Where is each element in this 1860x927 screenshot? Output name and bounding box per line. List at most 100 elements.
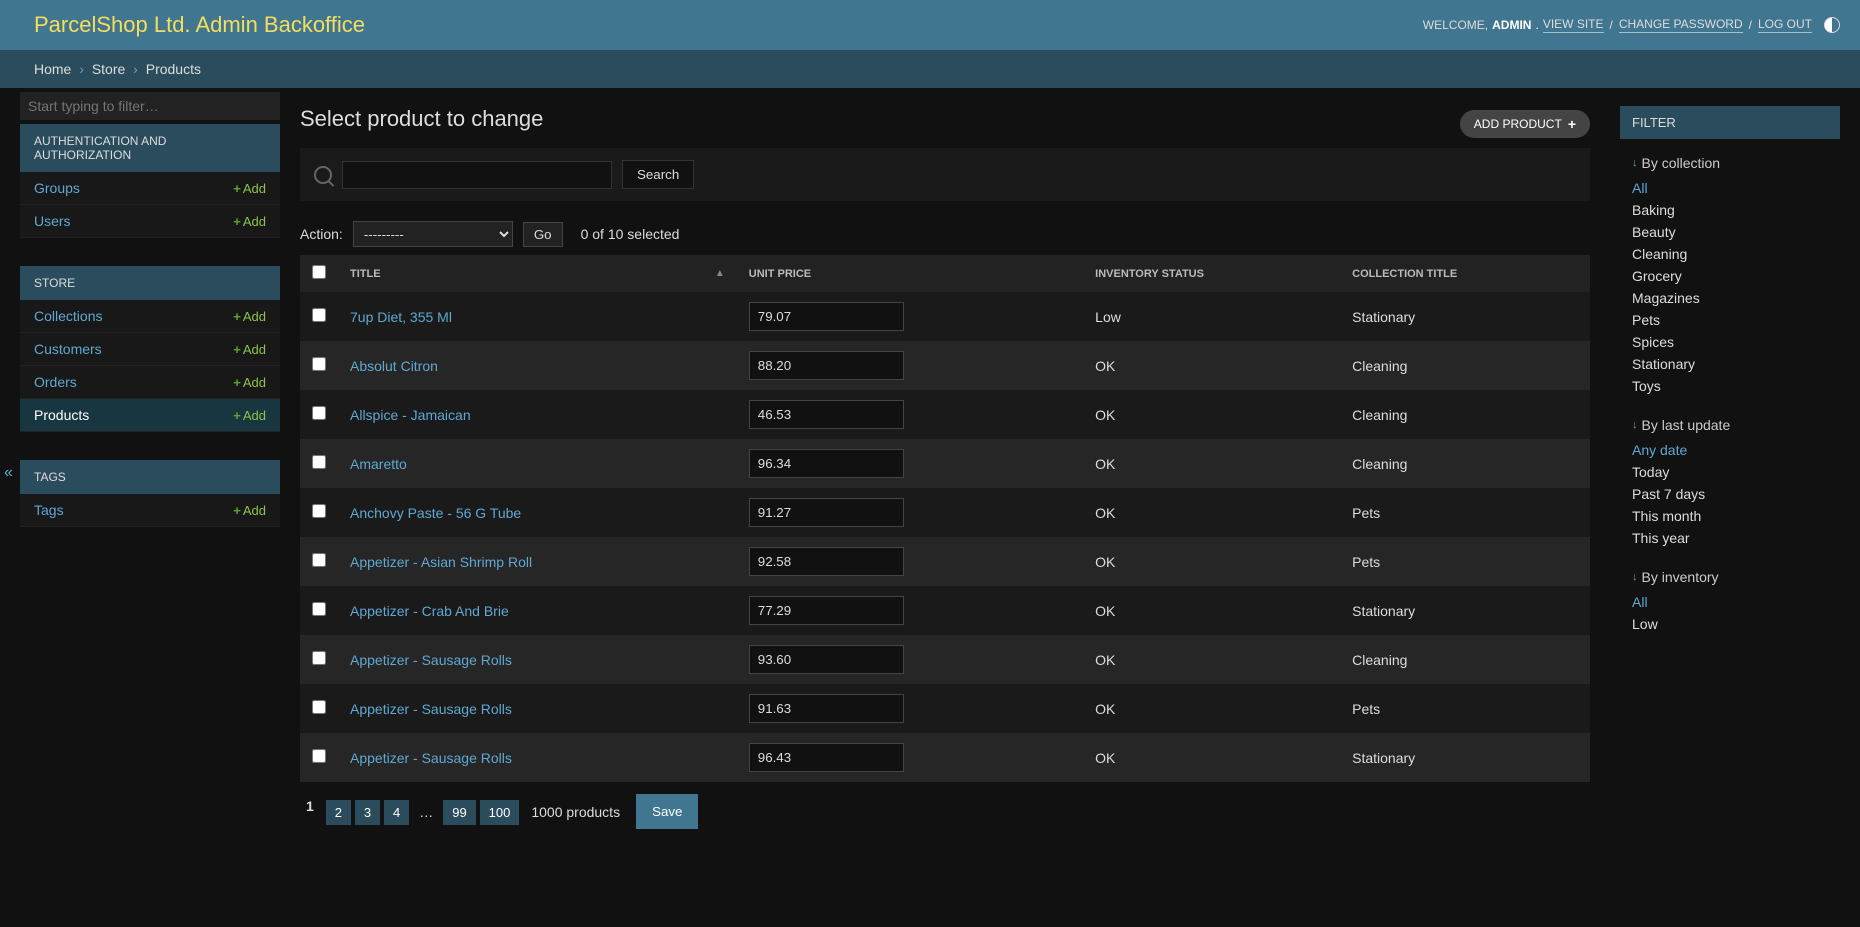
sidebar-add-link[interactable]: + Add <box>233 214 266 229</box>
col-collection-title[interactable]: COLLECTION TITLE <box>1340 255 1590 292</box>
sidebar-item[interactable]: Products + Add <box>20 399 280 432</box>
topbar: ParcelShop Ltd. Admin Backoffice WELCOME… <box>0 0 1860 50</box>
page-link[interactable]: 100 <box>480 800 520 825</box>
action-select[interactable]: --------- <box>353 221 513 247</box>
unit-price-input[interactable] <box>749 498 904 527</box>
product-title-link[interactable]: 7up Diet, 355 Ml <box>350 309 452 325</box>
row-checkbox[interactable] <box>312 602 326 616</box>
inventory-status: Low <box>1083 292 1340 341</box>
sidebar-item[interactable]: Users + Add <box>20 205 280 238</box>
filter-option[interactable]: Toys <box>1632 375 1828 397</box>
logout-link[interactable]: LOG OUT <box>1758 17 1812 33</box>
breadcrumb-home[interactable]: Home <box>34 61 71 77</box>
unit-price-input[interactable] <box>749 596 904 625</box>
table-row: Appetizer - Sausage RollsOKStationary <box>300 733 1590 782</box>
sidebar-add-link[interactable]: + Add <box>233 503 266 518</box>
sidebar-add-link[interactable]: + Add <box>233 309 266 324</box>
search-input[interactable] <box>342 161 612 189</box>
row-checkbox[interactable] <box>312 406 326 420</box>
col-unit-price[interactable]: UNIT PRICE <box>737 255 1083 292</box>
save-button[interactable]: Save <box>636 794 698 829</box>
unit-price-input[interactable] <box>749 302 904 331</box>
unit-price-input[interactable] <box>749 449 904 478</box>
filter-option[interactable]: Baking <box>1632 199 1828 221</box>
sidebar-item-label[interactable]: Groups <box>34 180 80 196</box>
sidebar-item[interactable]: Groups + Add <box>20 172 280 205</box>
product-title-link[interactable]: Appetizer - Crab And Brie <box>350 603 509 619</box>
sidebar-item[interactable]: Customers + Add <box>20 333 280 366</box>
change-password-link[interactable]: CHANGE PASSWORD <box>1619 17 1743 33</box>
search-button[interactable]: Search <box>622 160 694 189</box>
sidebar-item[interactable]: Orders + Add <box>20 366 280 399</box>
filter-option[interactable]: Today <box>1632 461 1828 483</box>
filter-option[interactable]: Magazines <box>1632 287 1828 309</box>
brand-title[interactable]: ParcelShop Ltd. Admin Backoffice <box>34 12 365 38</box>
filter-option[interactable]: This month <box>1632 505 1828 527</box>
filter-list: AllBakingBeautyCleaningGroceryMagazinesP… <box>1620 177 1840 411</box>
inventory-status: OK <box>1083 635 1340 684</box>
row-checkbox[interactable] <box>312 455 326 469</box>
sidebar-add-link[interactable]: + Add <box>233 375 266 390</box>
row-checkbox[interactable] <box>312 504 326 518</box>
row-checkbox[interactable] <box>312 651 326 665</box>
sidebar-item-label[interactable]: Users <box>34 213 71 229</box>
sidebar-add-link[interactable]: + Add <box>233 342 266 357</box>
go-button[interactable]: Go <box>523 222 563 247</box>
row-checkbox[interactable] <box>312 700 326 714</box>
filter-option[interactable]: Beauty <box>1632 221 1828 243</box>
sidebar-item[interactable]: Collections + Add <box>20 300 280 333</box>
unit-price-input[interactable] <box>749 645 904 674</box>
product-title-link[interactable]: Appetizer - Sausage Rolls <box>350 652 512 668</box>
theme-toggle-icon[interactable] <box>1824 17 1840 33</box>
filter-option[interactable]: This year <box>1632 527 1828 549</box>
filter-option[interactable]: All <box>1632 177 1828 199</box>
col-title[interactable]: TITLE ▲ <box>338 255 737 292</box>
page-link[interactable]: 4 <box>384 800 409 825</box>
product-title-link[interactable]: Allspice - Jamaican <box>350 407 471 423</box>
select-all-checkbox[interactable] <box>312 265 326 279</box>
sidebar-item-label[interactable]: Tags <box>34 502 64 518</box>
filter-option[interactable]: Grocery <box>1632 265 1828 287</box>
unit-price-input[interactable] <box>749 400 904 429</box>
page-link[interactable]: 2 <box>326 800 351 825</box>
row-checkbox[interactable] <box>312 357 326 371</box>
sidebar-filter-input[interactable] <box>20 92 280 120</box>
sidebar-collapse-icon[interactable]: « <box>0 460 17 486</box>
row-checkbox[interactable] <box>312 553 326 567</box>
breadcrumb-store[interactable]: Store <box>92 61 125 77</box>
unit-price-input[interactable] <box>749 351 904 380</box>
sidebar-item-label[interactable]: Collections <box>34 308 102 324</box>
add-product-button[interactable]: ADD PRODUCT + <box>1460 110 1590 138</box>
filter-option[interactable]: All <box>1632 591 1828 613</box>
col-inventory-status[interactable]: INVENTORY STATUS <box>1083 255 1340 292</box>
filter-option[interactable]: Any date <box>1632 439 1828 461</box>
selection-count: 0 of 10 selected <box>581 226 680 242</box>
row-checkbox[interactable] <box>312 749 326 763</box>
view-site-link[interactable]: VIEW SITE <box>1543 17 1604 33</box>
unit-price-input[interactable] <box>749 547 904 576</box>
sidebar-item-label[interactable]: Customers <box>34 341 102 357</box>
product-title-link[interactable]: Amaretto <box>350 456 407 472</box>
sidebar-item[interactable]: Tags + Add <box>20 494 280 527</box>
page-link[interactable]: 99 <box>443 800 475 825</box>
filter-option[interactable]: Pets <box>1632 309 1828 331</box>
row-checkbox[interactable] <box>312 308 326 322</box>
product-title-link[interactable]: Absolut Citron <box>350 358 438 374</box>
product-title-link[interactable]: Anchovy Paste - 56 G Tube <box>350 505 521 521</box>
product-title-link[interactable]: Appetizer - Sausage Rolls <box>350 701 512 717</box>
filter-option[interactable]: Cleaning <box>1632 243 1828 265</box>
filter-option[interactable]: Past 7 days <box>1632 483 1828 505</box>
filter-option[interactable]: Low <box>1632 613 1828 635</box>
filter-option[interactable]: Stationary <box>1632 353 1828 375</box>
sidebar-add-link[interactable]: + Add <box>233 408 266 423</box>
sidebar-item-label[interactable]: Orders <box>34 374 77 390</box>
product-title-link[interactable]: Appetizer - Asian Shrimp Roll <box>350 554 532 570</box>
page-link[interactable]: 3 <box>355 800 380 825</box>
paginator-ellipsis: … <box>415 804 437 820</box>
sidebar-item-label[interactable]: Products <box>34 407 89 423</box>
unit-price-input[interactable] <box>749 694 904 723</box>
filter-option[interactable]: Spices <box>1632 331 1828 353</box>
product-title-link[interactable]: Appetizer - Sausage Rolls <box>350 750 512 766</box>
unit-price-input[interactable] <box>749 743 904 772</box>
sidebar-add-link[interactable]: + Add <box>233 181 266 196</box>
